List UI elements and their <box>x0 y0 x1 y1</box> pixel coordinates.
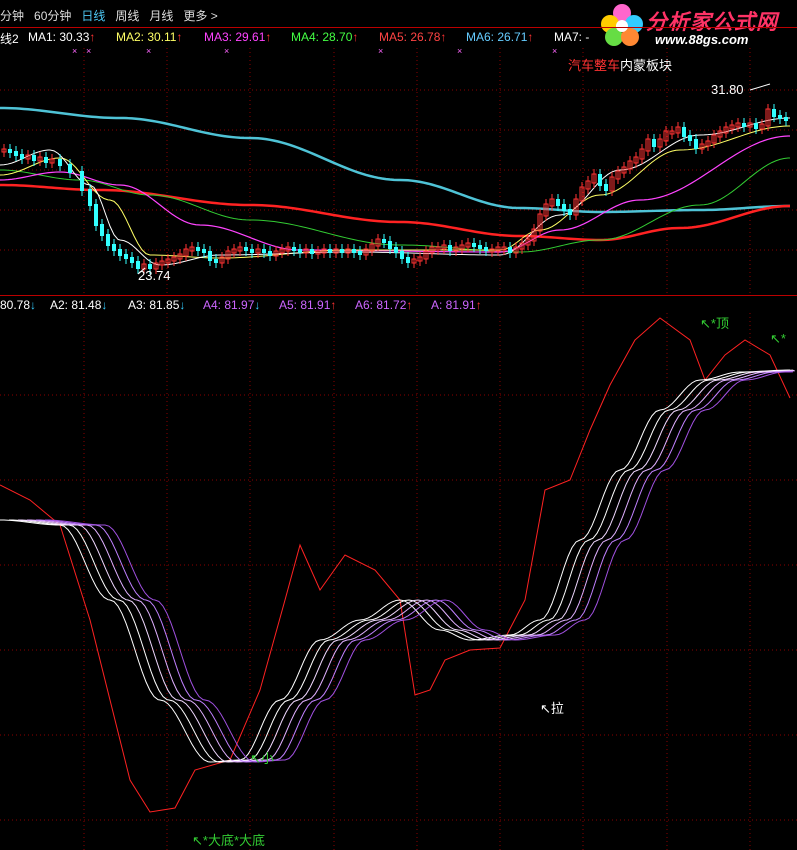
candle-body <box>20 154 24 159</box>
candle-body <box>478 245 482 249</box>
ma2-line <box>0 125 791 259</box>
band-line-4 <box>26 370 796 763</box>
band-line-3 <box>17 369 795 763</box>
candle-body <box>202 249 206 253</box>
candle-body <box>328 249 332 253</box>
candle-body <box>262 249 266 253</box>
candle-body <box>106 234 110 246</box>
ma6-line <box>0 106 791 214</box>
candle-body <box>310 249 314 254</box>
candle-body <box>32 155 36 161</box>
candle-body <box>604 184 608 191</box>
oscillator-lines <box>0 317 796 813</box>
band-line-6 <box>44 371 794 763</box>
candle-body <box>44 157 48 163</box>
candle-body <box>14 151 18 156</box>
stock-chart[interactable]: × × × × × × × <box>0 0 797 850</box>
legend-marker-icon: × <box>224 46 229 56</box>
candle-body <box>80 171 84 191</box>
candle-body <box>268 251 272 256</box>
candle-body <box>100 224 104 236</box>
band-line-2 <box>8 369 794 763</box>
signal-top: ↖*顶 <box>700 316 729 331</box>
candle-body <box>772 109 776 117</box>
legend-marker-icon: × <box>457 46 462 56</box>
candle-body <box>8 149 12 153</box>
candle-body <box>118 249 122 256</box>
candle-body <box>340 249 344 253</box>
candle-body <box>742 123 746 127</box>
candle-body <box>298 249 302 253</box>
legend-marker-icon: × <box>86 46 91 56</box>
candle-body <box>472 243 476 247</box>
high-price-label: 31.80 <box>711 82 744 97</box>
candle-body <box>406 257 410 263</box>
candle-body <box>88 189 92 206</box>
legend-marker-icon: × <box>146 46 151 56</box>
candle-body <box>68 164 72 173</box>
candle-body <box>448 245 452 251</box>
candle-body <box>244 247 248 251</box>
candle-body <box>94 204 98 226</box>
candle-body <box>352 249 356 253</box>
candle-body <box>682 127 686 137</box>
signal-top-2: ↖* <box>770 331 786 346</box>
candle-body <box>292 247 296 251</box>
chart-grid: × × × × × × × <box>0 46 797 850</box>
candle-body <box>562 204 566 211</box>
red-indicator-line <box>0 317 791 813</box>
candle-body <box>208 251 212 261</box>
legend-marker-icon: × <box>552 46 557 56</box>
candle-body <box>124 254 128 259</box>
candle-body <box>508 247 512 253</box>
candle-body <box>382 239 386 243</box>
high-price-pointer <box>749 83 771 91</box>
ma3-line <box>0 135 791 253</box>
candle-body <box>568 209 572 215</box>
legend-marker-icon: × <box>378 46 383 56</box>
candle-body <box>688 135 692 141</box>
candle-body <box>784 117 788 121</box>
low-price-label: 23.74 <box>138 268 171 283</box>
candle-body <box>388 241 392 249</box>
candle-body <box>400 251 404 259</box>
candle-body <box>130 257 134 263</box>
signal-bottom: ↖*大底*大底 <box>192 833 266 848</box>
ma4-line <box>0 157 791 253</box>
candle-body <box>250 249 254 253</box>
candle-body <box>196 247 200 251</box>
candle-body <box>214 259 218 263</box>
candle-body <box>778 115 782 119</box>
candle-body <box>694 139 698 149</box>
candle-body <box>394 247 398 253</box>
candle-body <box>598 174 602 186</box>
signal-small: ↖小 <box>250 751 274 766</box>
band-line-5 <box>35 371 793 763</box>
candle-body <box>652 139 656 147</box>
candle-body <box>58 159 62 166</box>
candle-body <box>484 247 488 251</box>
candle-body <box>556 199 560 206</box>
candle-body <box>754 123 758 129</box>
legend-marker-icon: × <box>72 46 77 56</box>
candle-body <box>112 244 116 251</box>
candle-body <box>358 251 362 255</box>
signal-pull: ↖拉 <box>540 701 564 716</box>
